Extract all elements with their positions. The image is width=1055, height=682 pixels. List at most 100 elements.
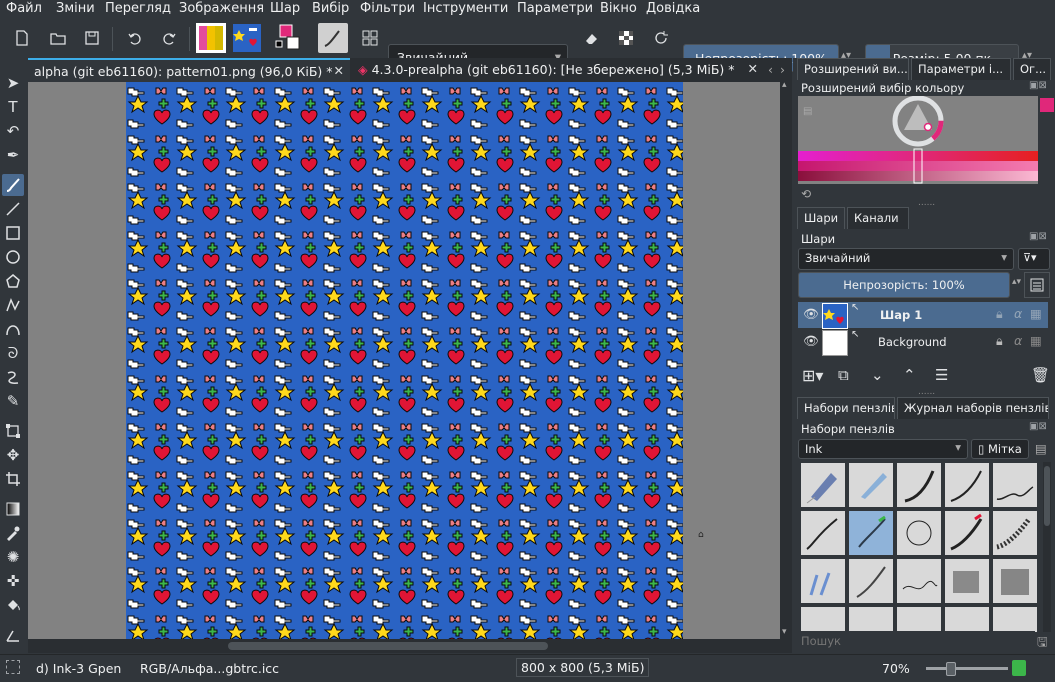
- close-icon[interactable]: ✕: [748, 61, 758, 76]
- alpha-lock-icon[interactable]: α: [1014, 306, 1022, 321]
- search-input[interactable]: [797, 631, 1035, 651]
- text-tool-icon[interactable]: T: [2, 96, 24, 118]
- inherit-alpha-icon[interactable]: ▦: [1030, 306, 1042, 321]
- brush-preset-item[interactable]: [896, 510, 942, 556]
- brush-filter-select[interactable]: Ink ▾: [798, 439, 968, 459]
- move-down-icon[interactable]: ⌄: [871, 366, 884, 384]
- brush-preset-item[interactable]: [992, 606, 1038, 632]
- docker-float-icon[interactable]: ▣⊠: [1029, 421, 1047, 432]
- brush-view-menu-icon[interactable]: ▤: [1035, 441, 1047, 456]
- brush-preset-item[interactable]: [944, 558, 990, 604]
- polyline-tool-icon[interactable]: [2, 294, 24, 316]
- tab-pattern01[interactable]: alpha (git eb61160): pattern01.png (96,0…: [28, 58, 350, 82]
- calligraphy-icon[interactable]: ✒: [2, 144, 24, 166]
- tab-unsaved[interactable]: ◈ 4.3.0-prealpha (git eb61160): [Не збер…: [352, 58, 764, 82]
- brush-preset-icon[interactable]: [318, 23, 348, 53]
- chevron-left-icon[interactable]: ‹: [768, 62, 773, 77]
- vertical-scrollbar[interactable]: ▴ ▾: [780, 80, 792, 639]
- visibility-eye-icon[interactable]: 👁: [803, 333, 819, 349]
- brush-preset-item[interactable]: [992, 462, 1038, 508]
- tab-brush-presets[interactable]: Набори пензлів: [797, 397, 895, 419]
- move-tool-icon[interactable]: ✥: [2, 444, 24, 466]
- brush-preset-item[interactable]: [992, 558, 1038, 604]
- zoom-slider-handle[interactable]: [946, 662, 956, 676]
- layer-filter-button[interactable]: ⊽▾: [1018, 248, 1050, 270]
- smart-patch-icon[interactable]: ✺: [2, 546, 24, 568]
- dynamic-brush-icon[interactable]: [2, 366, 24, 388]
- color-swatches-icon[interactable]: [274, 23, 304, 53]
- transform-tool-icon[interactable]: [2, 420, 24, 442]
- menu-icon[interactable]: ▤: [803, 106, 812, 117]
- layer-blend-select[interactable]: Звичайний ▾: [798, 248, 1014, 270]
- visibility-eye-icon[interactable]: 👁: [803, 306, 819, 322]
- lock-icon[interactable]: 🔒︎: [996, 333, 1003, 349]
- line-tool-icon[interactable]: [2, 198, 24, 220]
- move-up-icon[interactable]: ⌃: [903, 366, 916, 384]
- pattern-swatch-icon[interactable]: [232, 23, 262, 53]
- selection-icon[interactable]: [6, 660, 20, 674]
- select-shapes-icon[interactable]: ➤: [2, 72, 24, 94]
- layer-settings-icon[interactable]: ☰: [935, 366, 948, 384]
- tab-advanced-color[interactable]: Розширений ви...: [797, 58, 909, 80]
- chevron-down-icon[interactable]: ▾: [782, 627, 787, 637]
- menu-view[interactable]: Перегляд: [105, 1, 171, 16]
- redo-icon[interactable]: [155, 24, 183, 52]
- brush-preset-item[interactable]: [944, 510, 990, 556]
- layer-name[interactable]: Background: [878, 335, 947, 349]
- eraser-mode-icon[interactable]: [577, 24, 605, 52]
- edit-shapes-icon[interactable]: ↶: [2, 120, 24, 142]
- fill-bucket-icon[interactable]: [2, 594, 24, 616]
- brush-search-field[interactable]: [797, 631, 1035, 651]
- brush-preset-item[interactable]: [800, 462, 846, 508]
- layer-row-background[interactable]: 👁 ↖ Background 🔒︎ α ▦: [798, 329, 1048, 356]
- brush-preset-item[interactable]: [944, 462, 990, 508]
- menu-settings[interactable]: Параметри: [517, 1, 593, 16]
- menu-select[interactable]: Вибір: [312, 1, 349, 16]
- measure-tool-icon[interactable]: [2, 624, 24, 646]
- lock-icon[interactable]: 🔒︎: [996, 306, 1003, 322]
- pattern-canvas[interactable]: [126, 82, 683, 639]
- delete-layer-icon[interactable]: 🗑︎: [1031, 366, 1050, 384]
- close-icon[interactable]: ✕: [334, 63, 344, 78]
- inherit-alpha-icon[interactable]: ▦: [1030, 333, 1042, 348]
- current-color-swatch[interactable]: [1040, 98, 1054, 112]
- menu-file[interactable]: Файл: [6, 1, 42, 16]
- chevron-up-icon[interactable]: ▴: [782, 80, 787, 90]
- tab-overview[interactable]: Ог...: [1013, 58, 1051, 80]
- gradient-swatch-icon[interactable]: [196, 23, 226, 53]
- menu-layer[interactable]: Шар: [270, 1, 300, 16]
- brush-editor-icon[interactable]: [356, 24, 384, 52]
- brush-preset-item[interactable]: [896, 606, 942, 632]
- brush-preset-item[interactable]: [848, 462, 894, 508]
- brush-preset-item[interactable]: [992, 510, 1038, 556]
- menu-image[interactable]: Зображення: [179, 1, 264, 16]
- refresh-icon[interactable]: ⟲: [801, 187, 811, 201]
- tab-channels[interactable]: Канали: [847, 207, 909, 229]
- menu-help[interactable]: Довідка: [646, 1, 700, 16]
- brush-preset-item[interactable]: [896, 558, 942, 604]
- brush-tag-button[interactable]: ▯ Мітка: [971, 439, 1029, 459]
- add-layer-icon[interactable]: ⊞▾: [802, 366, 823, 385]
- bezier-tool-icon[interactable]: [2, 318, 24, 340]
- canvas-area[interactable]: ⌂: [28, 82, 780, 639]
- alpha-lock-icon[interactable]: α: [1014, 333, 1022, 348]
- freehand-path-icon[interactable]: ᘐ: [2, 342, 24, 364]
- fill-assistant-icon[interactable]: ✜: [2, 570, 24, 592]
- docker-float-icon[interactable]: ▣⊠: [1029, 231, 1047, 242]
- crop-tool-icon[interactable]: [2, 468, 24, 490]
- duplicate-layer-icon[interactable]: ⧉: [838, 366, 849, 384]
- layer-opacity-stepper-icon[interactable]: ▴▾: [1012, 277, 1021, 287]
- menu-filters[interactable]: Фільтри: [360, 1, 415, 16]
- document-info-icon[interactable]: [1012, 660, 1026, 676]
- layer-properties-icon[interactable]: [1024, 272, 1050, 298]
- freehand-brush-icon[interactable]: [2, 174, 24, 196]
- zoom-slider[interactable]: [926, 662, 1008, 676]
- brush-preset-item[interactable]: [896, 462, 942, 508]
- preserve-alpha-icon[interactable]: [612, 24, 640, 52]
- tab-brush-history[interactable]: Журнал наборів пензлів: [897, 397, 1049, 419]
- brush-preset-item[interactable]: [800, 558, 846, 604]
- open-folder-icon[interactable]: [44, 24, 72, 52]
- tab-tool-options[interactable]: Параметри і...: [911, 58, 1011, 80]
- brush-preset-item[interactable]: [800, 606, 846, 632]
- tab-layers[interactable]: Шари: [797, 207, 845, 229]
